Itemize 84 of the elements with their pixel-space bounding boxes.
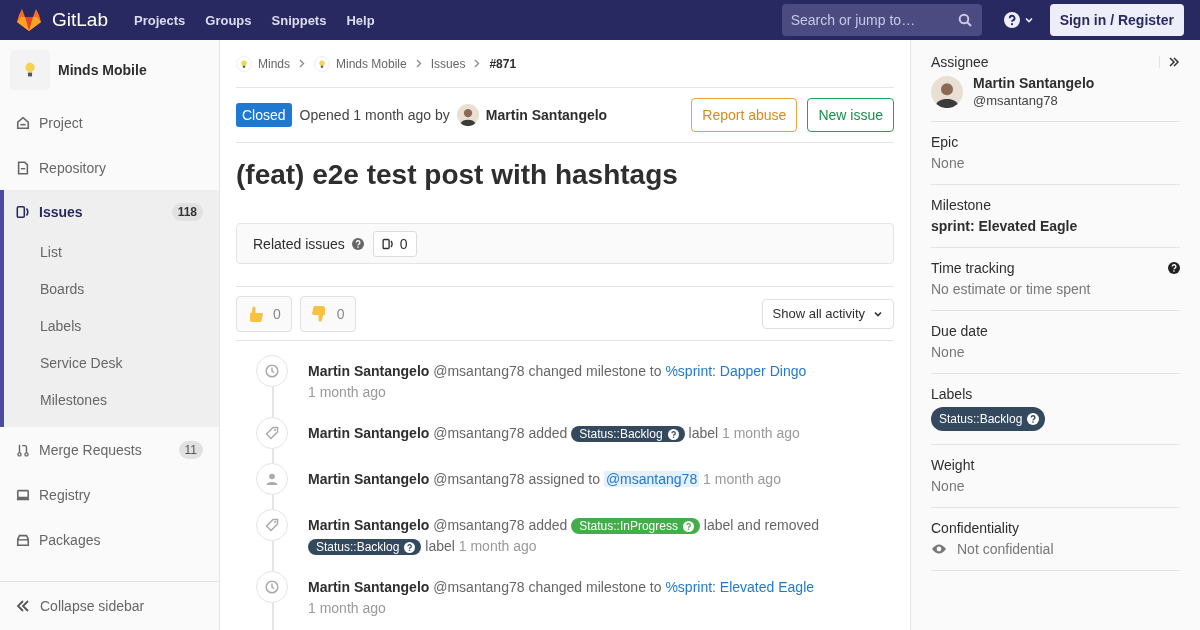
milestone-link[interactable]: %sprint: Dapper Dingo [665,363,807,379]
sidebar-item[interactable]: Merge Requests 11 [0,427,219,472]
nav-link[interactable]: Groups [205,12,252,28]
section-value: sprint: Elevated Eagle [931,218,1079,234]
section-value: None [931,155,966,171]
activity-note: Martin Santangelo @msantang78 changed milestone to %sprint: Dapper Dingo 1 month ago [308,362,807,402]
count-badge: 11 [178,440,203,459]
sidebar-item[interactable]: Packages [0,517,219,562]
sidebar-subitem[interactable]: Boards [4,271,219,308]
sidebar-subitem[interactable]: Labels [4,308,219,345]
opened-text: Opened 1 month ago by [299,107,450,123]
activity-note: Martin Santangelo @msantang78 assigned to @msantang78 1 month ago [308,470,781,489]
help-icon [1003,12,1020,28]
eye-icon [931,543,947,555]
issue-title: (feat) e2e test post with hashtags [236,159,679,191]
section-heading: Due date [931,323,988,339]
thumbs-up-icon [247,304,265,323]
new-issue-button[interactable]: New issue [807,98,894,132]
help-icon [351,237,364,250]
assignee-heading: Assignee [931,54,989,70]
related-count-badge: 0 [372,230,417,257]
caret-icon [1023,15,1034,25]
thumbs-up-button[interactable]: 0 [236,295,292,332]
project-name[interactable]: Minds Mobile [58,62,147,78]
document-icon [16,160,30,175]
milestone-link[interactable]: %sprint: Elevated Eagle [665,579,815,595]
label-badge[interactable]: Status::Backlog [571,426,685,442]
chevron-icon [415,59,422,68]
activity-filter-dropdown[interactable]: Show all activity [761,298,894,329]
sign-in-button[interactable]: Sign in / Register [1049,4,1184,36]
sidebar-subitem[interactable]: Service Desk [4,345,219,382]
package-icon [16,532,30,547]
registry-icon [16,487,30,502]
help-icon [1168,262,1180,274]
sidebar-subitem[interactable]: Milestones [4,382,219,419]
assignee-name[interactable]: Martin Santangelo [973,75,1095,91]
status-badge: Closed [236,103,292,127]
chevron-icon [299,59,305,68]
section-heading: Confidentiality [931,520,1019,536]
sidebar-item[interactable]: Repository [0,145,219,190]
nav-link[interactable]: Snippets [271,12,327,28]
search-field[interactable]: Search or jump to… [781,4,982,36]
author-avatar [456,104,479,126]
issues-icon [16,205,30,219]
section-heading: Time tracking [931,260,1015,276]
search-icon [957,13,972,27]
collapse-sidebar-button[interactable]: Collapse sidebar [0,581,219,630]
assignee-avatar [931,75,963,108]
section-heading: Milestone [931,197,991,213]
nav-link[interactable]: Help [346,12,375,28]
activity-note: Martin Santangelo @msantang78 added Status::InProgress label and removed Status::Backlog label 1 month ago [308,516,820,557]
sidebar-item[interactable]: Project [0,100,219,145]
nav-link[interactable]: Projects [134,12,186,28]
related-issues-heading: Related issues [253,235,345,252]
user-mention-link[interactable]: @msantang78 [603,471,700,487]
section-value: No estimate or time spent [931,281,1092,297]
thumbs-down-button[interactable]: 0 [299,295,356,332]
section-heading: Epic [931,134,959,150]
sidebar-item[interactable]: Registry [0,472,219,517]
activity-note: Martin Santangelo @msantang78 changed milestone to %sprint: Elevated Eagle 1 month ago [308,578,815,618]
section-heading: Weight [931,457,975,473]
count-badge: 118 [171,203,203,221]
home-icon [16,115,30,130]
activity-note: Martin Santangelo @msantang78 added Status::Backlog label 1 month ago [308,424,800,444]
breadcrumb-link[interactable]: Minds Mobile [336,56,407,71]
author-link[interactable]: Martin Santangelo [485,107,608,123]
assignee-username: @msantang78 [973,93,1059,108]
chevron-icon [474,59,481,68]
breadcrumb-link[interactable]: Issues [430,56,466,71]
section-value: Not confidential [957,541,1054,557]
label-badge[interactable]: Status::Backlog [308,539,422,555]
gitlab-logo-icon[interactable] [16,8,42,32]
expand-sidebar-icon[interactable] [1159,56,1180,68]
section-value: None [931,344,966,360]
label-badge[interactable]: Status::Backlog [931,407,1046,431]
merge-request-icon [16,442,30,457]
section-value: None [931,478,966,494]
double-chevron-icon [16,600,30,612]
sidebar-item[interactable]: Issues 118 [4,190,219,234]
sidebar-subitem[interactable]: List [4,234,219,271]
brand-name[interactable]: GitLab [52,9,108,31]
breadcrumb-link[interactable]: Minds [258,56,290,71]
section-heading: Labels [931,386,973,402]
breadcrumb-link[interactable]: #871 [489,56,517,71]
